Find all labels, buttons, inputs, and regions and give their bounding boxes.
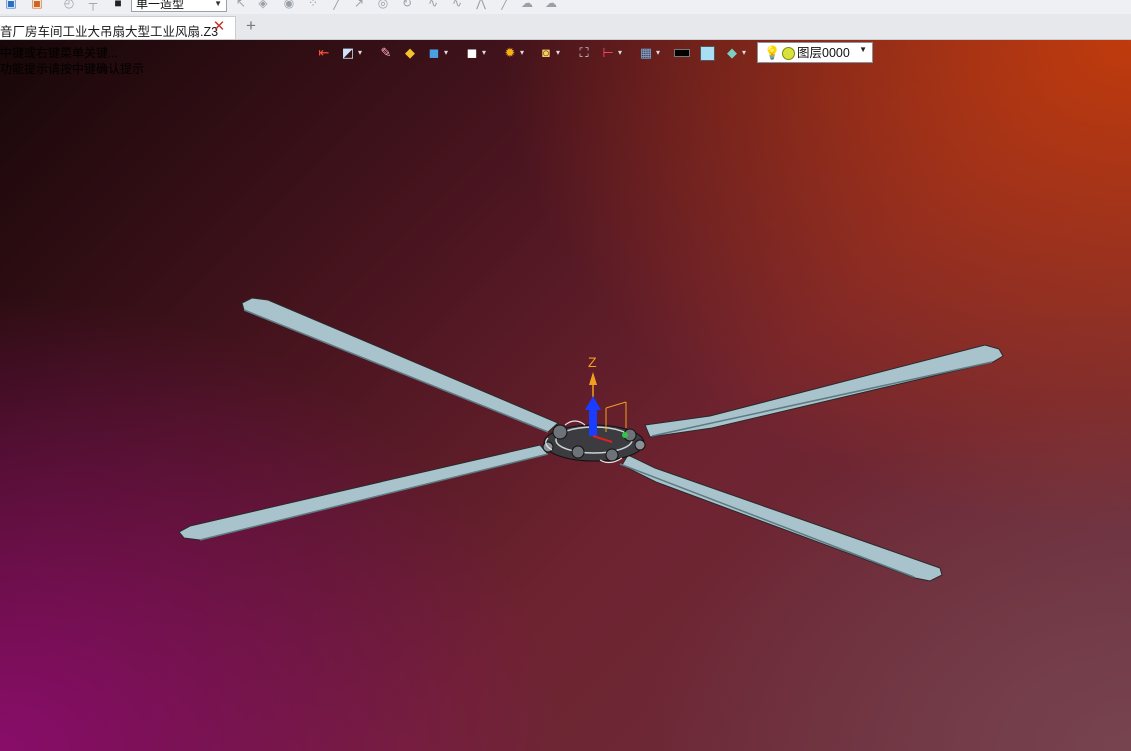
extend-icon[interactable]: ╱ [498, 0, 512, 10]
circle-icon[interactable]: ◎ [376, 0, 390, 10]
fan-blade-lower-left[interactable] [178, 444, 549, 541]
exit-view-icon[interactable]: ⇤ [316, 45, 332, 61]
layer-filter-icon[interactable]: ◆ [724, 45, 740, 61]
rotate-icon[interactable]: ↻ [400, 0, 414, 10]
cube-shaded-icon[interactable]: ◼ [426, 45, 442, 61]
arrow-icon[interactable]: ↗ [352, 0, 366, 10]
line-icon[interactable]: ╱ [330, 0, 344, 10]
mode-combo-value: 单一造型 [136, 0, 185, 11]
color-white-icon[interactable] [700, 46, 715, 61]
render-mode-icon[interactable]: ◩ [340, 45, 356, 61]
mode-combo[interactable]: 单一造型 ▼ [131, 0, 227, 12]
fan-blade-lower-right[interactable] [619, 454, 943, 582]
chevron-down-icon[interactable]: ▾ [358, 48, 366, 58]
sun-icon[interactable]: ✹ [502, 45, 518, 61]
document-tab-bar: 音厂房车间工业大吊扇大型工业风扇.Z3 ✕ + [0, 14, 1131, 40]
layer-combo[interactable]: 💡 图层0000 ▼ [757, 42, 873, 63]
color-black-icon[interactable] [674, 49, 690, 57]
zoom-view-icon[interactable]: ◙ [538, 45, 554, 61]
fan-blade-upper-left[interactable] [241, 297, 559, 433]
trim-icon[interactable]: ⋀ [474, 0, 488, 10]
view-toolbar: ⇤ ◩ ▾ ✎ ◆ ◼ ▾ ◼ ▾ ✹ ▾ ◙ ▾ ⛶ ⊢ ▾ ▦ ▾ ◆ ▾ [314, 42, 754, 64]
dimension-icon[interactable]: ⊢ [600, 45, 616, 61]
layer-combo-label: 图层0000 [797, 46, 850, 60]
tab-document-title: 音厂房车间工业大吊扇大型工业风扇.Z3 [0, 25, 219, 39]
close-icon[interactable]: ✕ [212, 19, 226, 35]
chevron-down-icon[interactable]: ▾ [656, 48, 664, 58]
pin-icon[interactable]: ┬ [86, 0, 100, 10]
tab-document[interactable]: 音厂房车间工业大吊扇大型工业风扇.Z3 ✕ [0, 16, 236, 39]
3d-viewport[interactable]: 中键或右键菜单关键... 功能提示请按中键确认提示 Z ⇤ ◩ ▾ ✎ ◆ ◼ … [0, 40, 1131, 751]
add-tab-button[interactable]: + [243, 17, 259, 35]
chevron-down-icon[interactable]: ▾ [618, 48, 626, 58]
chevron-down-icon[interactable]: ▾ [520, 48, 528, 58]
fan-model[interactable]: Z [0, 40, 1131, 751]
stack-icon[interactable]: ◆ [402, 45, 418, 61]
cloud-icon[interactable]: ☁ [520, 0, 534, 10]
layer-color-icon [782, 47, 795, 60]
undo-icon[interactable]: ◴ [62, 0, 76, 10]
z-axis-label: Z [588, 354, 597, 370]
cube-white-icon[interactable]: ◼ [464, 45, 480, 61]
points-icon[interactable]: ⁘ [306, 0, 320, 10]
chevron-down-icon: ▼ [214, 0, 222, 8]
chevron-down-icon[interactable]: ▾ [482, 48, 490, 58]
fan-blade-upper-right[interactable] [644, 344, 1004, 438]
sketch-icon[interactable]: ◈ [256, 0, 270, 10]
pencil-icon[interactable]: ✎ [378, 45, 394, 61]
chevron-down-icon[interactable]: ▾ [556, 48, 564, 58]
chevron-down-icon[interactable]: ▾ [444, 48, 452, 58]
display-settings-icon[interactable]: ▦ [638, 45, 654, 61]
fit-view-icon[interactable]: ⛶ [576, 45, 592, 61]
select-icon[interactable]: ↖ [234, 0, 248, 10]
chevron-down-icon: ▼ [859, 45, 867, 54]
chevron-down-icon[interactable]: ▾ [742, 48, 750, 58]
play-icon[interactable]: ◉ [282, 0, 296, 10]
stop-icon[interactable]: ■ [111, 0, 125, 10]
palette-icon[interactable]: ▣ [30, 0, 44, 10]
app-icon[interactable]: ▣ [4, 0, 18, 10]
bulb-icon[interactable]: 💡 [764, 45, 780, 61]
top-ribbon: ▣ ▣ ◴ ┬ ■ 单一造型 ▼ ↖ ◈ ◉ ⁘ ╱ ↗ ◎ ↻ ∿ ∿ ⋀ ╱… [0, 0, 1131, 15]
cloud-alt-icon[interactable]: ☁ [544, 0, 558, 10]
curve-icon[interactable]: ∿ [426, 0, 440, 10]
spline-icon[interactable]: ∿ [450, 0, 464, 10]
